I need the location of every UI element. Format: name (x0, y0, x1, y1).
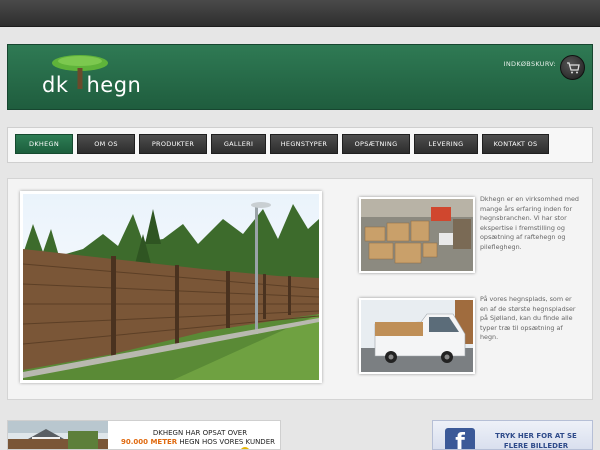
main-content: Dkhegn er en virksomhed med mange års er… (7, 178, 593, 400)
intro-paragraph: Dkhegn er en virksomhed med mange års er… (480, 195, 579, 251)
site-header: dk hegn INDKØBSKURV: (7, 44, 593, 110)
logo-wordmark: dk hegn (42, 73, 142, 97)
cart-button[interactable] (560, 55, 585, 80)
main-navigation: DKHEGN OM OS PRODUKTER GALLERI HEGNSTYPE… (7, 127, 593, 163)
banner-highlight: 90.000 METER (121, 438, 178, 446)
cart-icon (566, 61, 580, 73)
nav-opsaetning[interactable]: OPSÆTNING (342, 134, 410, 154)
facebook-box[interactable]: f TRYK HER FOR AT SE FLERE BILLEDER (432, 420, 593, 450)
banner-fence-photo (8, 421, 108, 449)
nav-dkhegn[interactable]: DKHEGN (15, 134, 73, 154)
nav-produkter[interactable]: PRODUKTER (139, 134, 207, 154)
nav-kontakt-os[interactable]: KONTAKT OS (482, 134, 549, 154)
site-logo[interactable]: dk hegn (42, 55, 152, 103)
facebook-icon: f (445, 428, 475, 449)
facebook-cta-text: TRYK HER FOR AT SE FLERE BILLEDER (495, 432, 577, 450)
banner-line-2: 90.000 METER HEGN HOS VORES KUNDER (121, 438, 275, 446)
top-bar (0, 0, 600, 27)
cart-label: INDKØBSKURV: (503, 60, 556, 68)
meters-banner[interactable]: DKHEGN HAR OPSAT OVER 90.000 METER HEGN … (7, 420, 281, 450)
delivery-van-photo (359, 298, 475, 374)
nav-galleri[interactable]: GALLERI (211, 134, 266, 154)
banner-line-1: DKHEGN HAR OPSAT OVER (152, 429, 248, 437)
nav-levering[interactable]: LEVERING (414, 134, 478, 154)
wood-yard-photo (359, 197, 475, 273)
nav-om-os[interactable]: OM OS (77, 134, 135, 154)
yard-paragraph: På vores hegnsplads, som er en af de stø… (480, 295, 576, 342)
hero-fence-photo (20, 191, 322, 383)
nav-hegnstyper[interactable]: HEGNSTYPER (270, 134, 338, 154)
